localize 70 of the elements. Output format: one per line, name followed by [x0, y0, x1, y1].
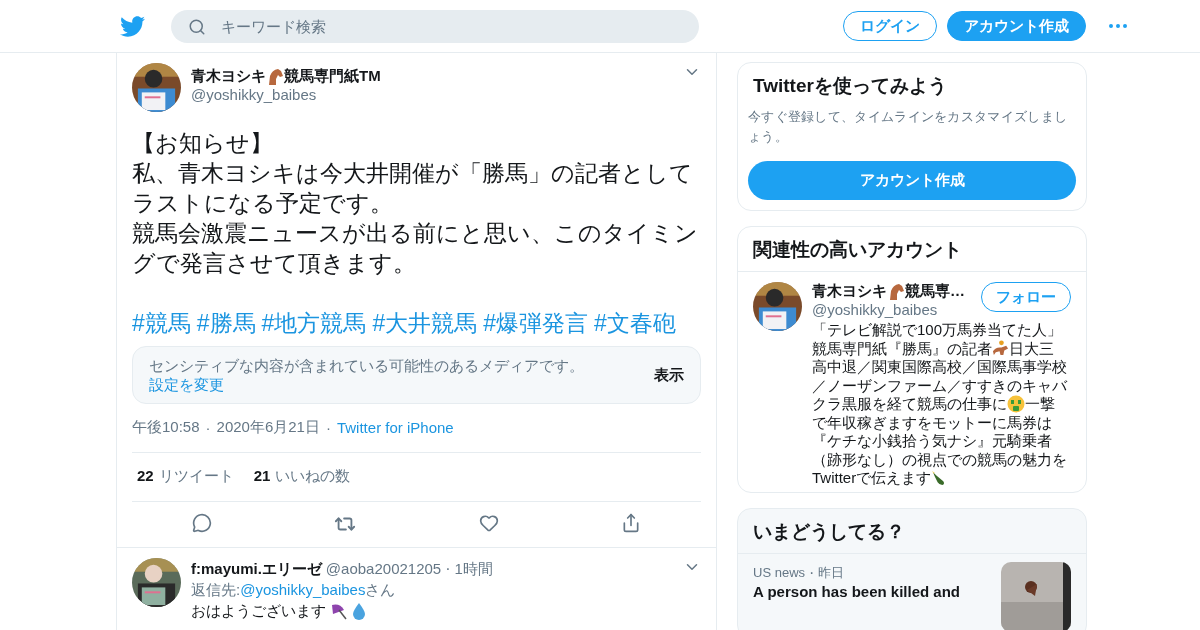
card-title: 関連性の高いアカウント — [752, 238, 963, 263]
author-handle: @aoba20021205 — [325, 559, 442, 579]
settings-link[interactable]: 設定を変更 — [149, 376, 224, 393]
bio-text: で年収稼ぎますをモットーに馬券は — [812, 413, 1052, 433]
search-field[interactable]: キーワード検索 — [171, 9, 699, 43]
card-title: いまどうしてる？ — [752, 520, 906, 545]
bio-text: 一撃 — [1025, 395, 1055, 414]
hashtag-link[interactable]: #地方競馬 — [261, 308, 367, 338]
author-name: 競馬専門紙TM — [284, 67, 381, 86]
trend-headline[interactable]: A person has been killed and — [753, 583, 960, 601]
sensitive-media-text: センシティブな内容が含まれている可能性のあるメディアです。 設定を変更 — [149, 356, 585, 394]
mention-link[interactable]: @yoshikky_baibes — [240, 579, 366, 600]
hashtag-link[interactable]: #勝馬 — [196, 308, 256, 338]
card-text: 今すぐ登録して、タイムラインをカスタマイズしましょう。 — [748, 108, 1069, 146]
reply-icon[interactable] — [192, 513, 212, 535]
card-title: Twitterを使ってみよう — [752, 74, 948, 98]
login-button[interactable]: ログイン — [843, 11, 937, 41]
trend-time: 昨日 — [818, 564, 845, 583]
tweet-date: 2020年6月21日 — [216, 418, 320, 437]
sign-up-button[interactable]: アカウント作成 — [748, 161, 1076, 200]
follow-button[interactable]: フォロー — [981, 282, 1071, 313]
jockey-icon — [992, 340, 1009, 358]
author-name: f:mayumi.エリーゼ — [191, 559, 322, 579]
hashtag-link[interactable]: #文春砲 — [594, 308, 676, 338]
reply-to-label: 返信先: — [191, 580, 241, 600]
source-link[interactable]: Twitter for iPhone — [336, 419, 454, 436]
reply-time: 1時間 — [454, 559, 493, 579]
separator-dot: · — [325, 419, 331, 436]
tweet-text-line: 競馬会激震ニュースが出る前にと思い、このタイミン — [132, 219, 699, 248]
trend-category: US news — [753, 564, 806, 583]
bio-text: 高中退／関東国際高校／国際馬事学校 — [812, 358, 1067, 377]
stat-label: リツイート — [158, 467, 234, 486]
search-icon — [188, 17, 206, 36]
bio-text: （跡形なし）の視点での競馬の魅力を — [812, 450, 1067, 470]
author-handle: @yoshikky_baibes — [191, 86, 318, 103]
tweet-text-line: 【お知らせ】 — [132, 129, 274, 158]
separator-dot: · — [205, 419, 211, 436]
bio-text: 日大三 — [1009, 339, 1054, 359]
separator-dot: · — [445, 559, 451, 579]
reply-to-suffix: さん — [365, 580, 396, 600]
bird-logo-icon[interactable] — [120, 13, 145, 39]
author-name: 青木ヨシキ — [191, 67, 266, 86]
sign-up-button[interactable]: アカウント作成 — [947, 11, 1086, 41]
stat-label: いいねの数 — [275, 467, 351, 486]
bio-text: 「テレビ解説で100万馬券当てた人」 — [812, 321, 1063, 340]
stat-count: 21 — [253, 467, 271, 486]
hashtag-link[interactable]: #競馬 — [132, 308, 191, 338]
bio-text: 競馬専門紙『勝馬』の記者 — [812, 339, 992, 359]
bio-text: Twitterで伝えます — [812, 469, 932, 488]
money-face-icon — [1007, 395, 1025, 414]
author-name: 青木ヨシキ — [812, 282, 887, 302]
separator-dot: · — [809, 563, 815, 584]
bio-text: 『ケチな小銭拾う気ナシ』元騎乗者 — [812, 432, 1052, 451]
hashtag-link[interactable]: #大井競馬 — [372, 308, 478, 338]
reply-text: おはようございます — [191, 601, 326, 621]
tweet-text-line: 私、青木ヨシキは今大井開催が「勝馬」の記者として — [132, 159, 694, 188]
bio-text: ／ノーザンファーム／すすきのキャバ — [812, 376, 1067, 396]
hashtag-link[interactable]: #爆弾発言 — [483, 308, 588, 338]
tweet-text-line: ラストになる予定です。 — [132, 189, 394, 218]
show-button[interactable]: 表示 — [654, 365, 684, 385]
droplet-icon — [352, 601, 366, 620]
stat-count: 22 — [137, 467, 154, 486]
horse-icon — [887, 282, 905, 301]
author-name: 競馬専… — [905, 282, 965, 302]
account-handle: @yoshikky_baibes — [812, 301, 938, 319]
horse-icon — [266, 67, 284, 86]
bio-text: クラ黒服を経て競馬の仕事に — [812, 395, 1007, 414]
tweet-text-line: グで発言させて頂きます。 — [132, 249, 417, 278]
tweet-time: 午後10:58 — [132, 418, 200, 437]
share-icon[interactable] — [621, 513, 641, 535]
